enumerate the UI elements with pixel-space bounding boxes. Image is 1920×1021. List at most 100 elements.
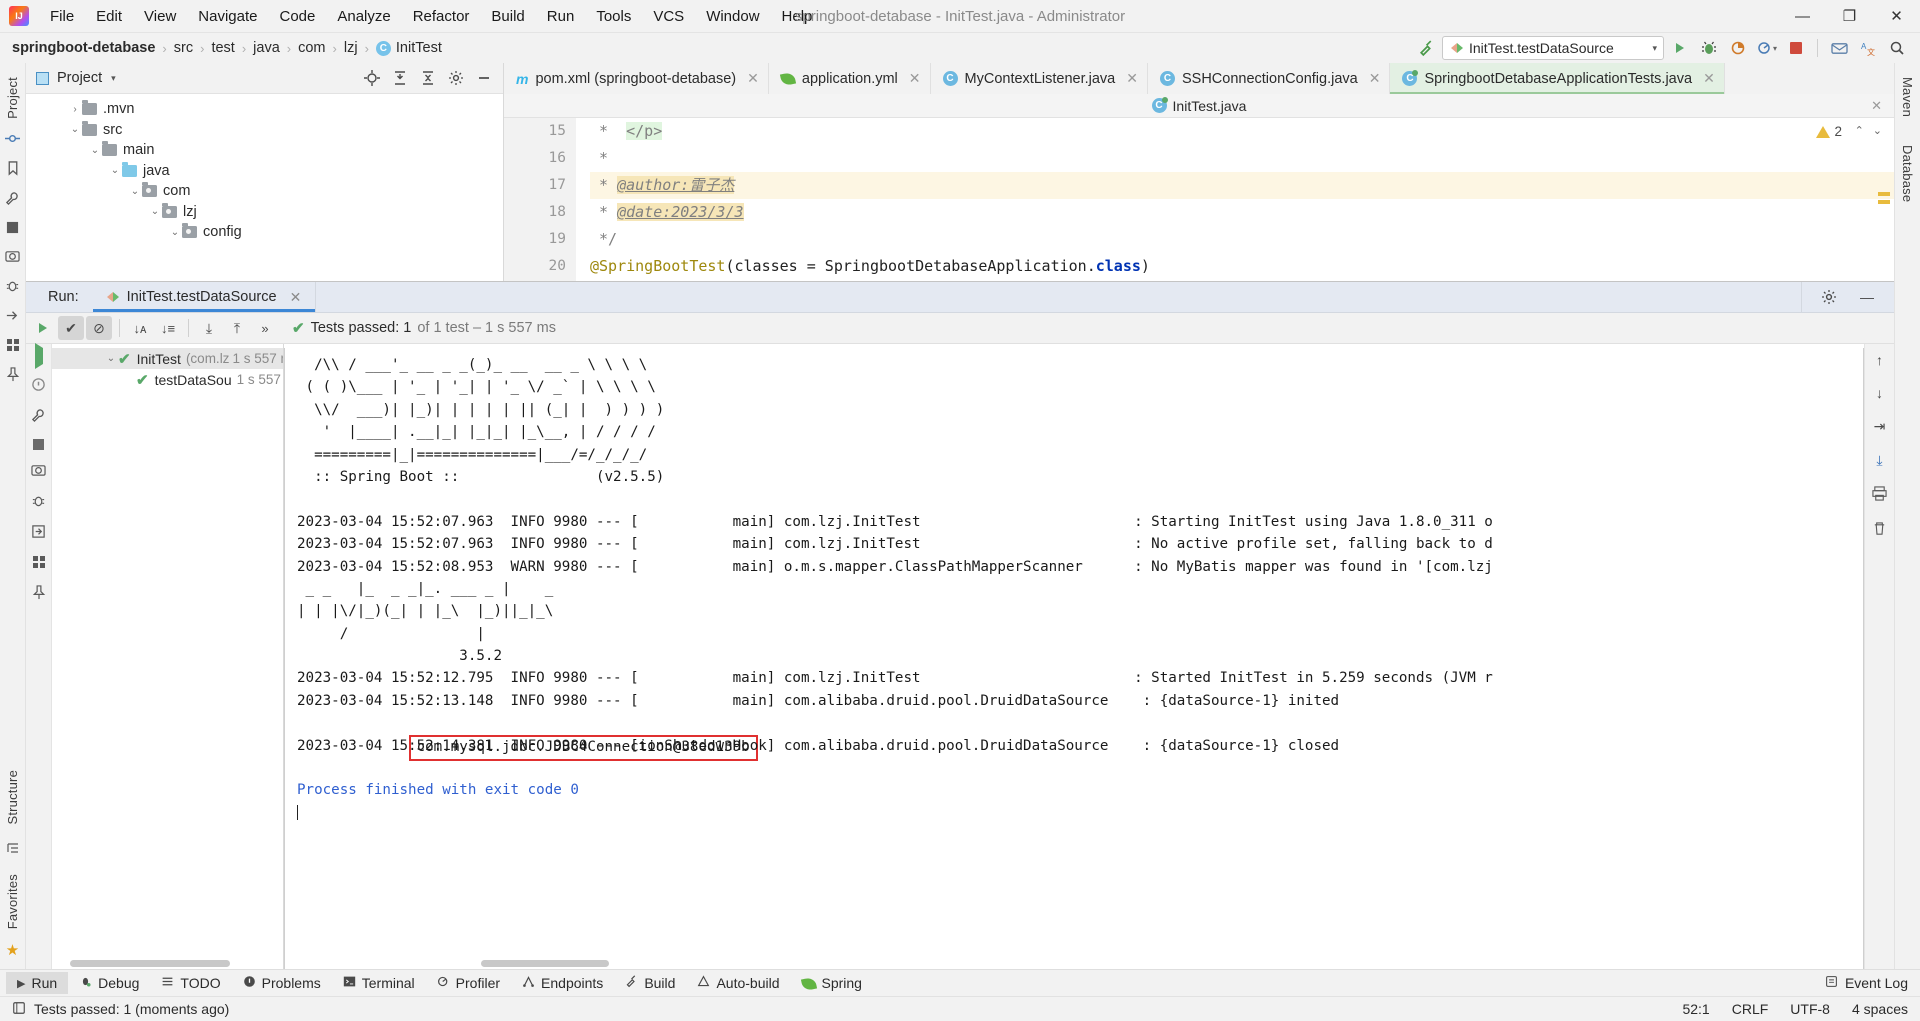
settings-wrench-icon[interactable] [31, 408, 46, 426]
test-results-tree[interactable]: ⌄ ✔ InitTest (com.lz 1 s 557 ms ✔ testDa… [52, 344, 284, 969]
menu-analyze[interactable]: Analyze [326, 4, 401, 29]
pin-icon[interactable] [6, 367, 20, 385]
sort-alphabetically-button[interactable]: ↓ᴀ [127, 316, 153, 340]
chevron-down-icon[interactable]: ⌄ [104, 353, 118, 364]
console-hscrollbar[interactable] [481, 960, 609, 967]
coverage-button[interactable] [1725, 36, 1751, 60]
tree-item-src[interactable]: ⌄ src [26, 120, 503, 141]
stop-icon[interactable] [33, 439, 44, 450]
tab-application-yml[interactable]: application.yml ✕ [769, 63, 931, 94]
scroll-to-end-icon[interactable]: ⤓ [1876, 452, 1882, 469]
menu-refactor[interactable]: Refactor [402, 4, 481, 29]
menu-edit[interactable]: Edit [85, 4, 133, 29]
toolwindow-terminal[interactable]: Terminal [332, 972, 426, 994]
menu-run[interactable]: Run [536, 4, 586, 29]
updates-icon[interactable] [1826, 36, 1852, 60]
print-icon[interactable] [1872, 486, 1887, 504]
profiler-button[interactable]: ▾ [1754, 36, 1780, 60]
event-log-button[interactable]: Event Log [1825, 975, 1920, 991]
file-encoding[interactable]: UTF-8 [1790, 1001, 1830, 1017]
test-tree-row-testdatasource[interactable]: ✔ testDataSou 1 s 557 ms [52, 369, 283, 390]
expand-all-button[interactable]: ⤓ [196, 316, 222, 340]
test-tree-row-inittest[interactable]: ⌄ ✔ InitTest (com.lz 1 s 557 ms [52, 348, 283, 369]
tree-item-java[interactable]: ⌄ java [26, 161, 503, 182]
menu-file[interactable]: File [39, 4, 85, 29]
scroll-up-icon[interactable]: ⌃ [1855, 124, 1864, 137]
menu-window[interactable]: Window [695, 4, 770, 29]
close-icon[interactable]: ✕ [909, 70, 921, 87]
chevron-down-icon[interactable]: ⌄ [88, 145, 102, 156]
show-passed-toggle[interactable]: ✔ [58, 316, 84, 340]
target-icon[interactable] [359, 66, 385, 90]
gear-icon[interactable] [1816, 285, 1842, 309]
close-icon[interactable]: ✕ [1871, 98, 1882, 114]
bookmark-icon[interactable] [6, 161, 20, 179]
commit-icon[interactable] [5, 131, 20, 149]
rerun-icon[interactable] [34, 343, 43, 369]
stop-button[interactable] [1783, 36, 1809, 60]
inspection-marker[interactable] [1878, 200, 1890, 204]
chevron-down-icon[interactable]: ⌄ [148, 206, 162, 217]
project-tree[interactable]: › .mvn ⌄ src ⌄ main ⌄ java ⌄ com ⌄ lzj ⌄… [26, 94, 503, 281]
scroll-up-icon[interactable]: ↑ [1876, 352, 1883, 368]
sort-by-duration-button[interactable]: ↓≡ [155, 316, 181, 340]
tree-item-lzj[interactable]: ⌄ lzj [26, 202, 503, 223]
menu-tools[interactable]: Tools [585, 4, 642, 29]
rail-favorites-label[interactable]: Favorites [5, 868, 20, 935]
rail-project-label[interactable]: Project [5, 71, 20, 125]
close-button[interactable]: ✕ [1873, 0, 1920, 33]
breadcrumb-class[interactable]: C InitTest [375, 40, 442, 56]
debug-button[interactable] [1696, 36, 1722, 60]
toolwindow-todo[interactable]: TODO [150, 972, 231, 994]
inspection-marker[interactable] [1878, 192, 1890, 196]
breadcrumb-java[interactable]: java [253, 40, 280, 56]
close-icon[interactable]: ✕ [1126, 70, 1138, 87]
more-button[interactable]: » [252, 316, 278, 340]
toolwindow-problems[interactable]: Problems [232, 972, 332, 994]
export-icon[interactable] [31, 524, 46, 542]
square-icon[interactable] [6, 221, 19, 237]
screenshot-icon[interactable] [31, 463, 46, 480]
breadcrumb-project[interactable]: springboot-detabase [12, 40, 155, 56]
scroll-down-icon[interactable]: ↓ [1876, 385, 1883, 401]
tree-item-com[interactable]: ⌄ com [26, 181, 503, 202]
tab-mycontextlistener[interactable]: C MyContextListener.java ✕ [931, 63, 1148, 94]
search-icon[interactable] [1884, 36, 1910, 60]
toolwindow-profiler[interactable]: Profiler [426, 972, 511, 994]
breadcrumb-src[interactable]: src [174, 40, 193, 56]
menu-vcs[interactable]: VCS [642, 4, 695, 29]
hide-panel-icon[interactable] [471, 66, 497, 90]
tree-item-config[interactable]: ⌄ config [26, 222, 503, 243]
chevron-down-icon[interactable]: ⌄ [68, 124, 82, 135]
menu-code[interactable]: Code [268, 4, 326, 29]
tree-item-mvn[interactable]: › .mvn [26, 99, 503, 120]
toolwindow-build[interactable]: Build [614, 972, 686, 994]
rerun-failed-icon[interactable] [31, 377, 46, 395]
grid-icon[interactable] [32, 555, 46, 572]
show-ignored-toggle[interactable]: ⊘ [86, 316, 112, 340]
breadcrumb-test[interactable]: test [211, 40, 234, 56]
menu-help[interactable]: Help [771, 4, 824, 29]
tab-pom-xml[interactable]: m pom.xml (springboot-detabase) ✕ [504, 63, 769, 94]
toolwindow-debug[interactable]: Debug [68, 972, 150, 994]
chevron-down-icon[interactable]: ⌄ [168, 227, 182, 238]
pin-icon[interactable] [32, 585, 46, 603]
inspection-warning-badge[interactable]: 2 [1816, 124, 1842, 139]
run-tab-inittest-testdatasource[interactable]: InitTest.testDataSource ✕ [92, 282, 316, 312]
expand-all-icon[interactable] [387, 66, 413, 90]
hammer-icon[interactable] [1413, 36, 1439, 60]
close-icon[interactable]: ✕ [747, 70, 759, 87]
console-output[interactable]: /\\ / ___'_ __ _ _(_)_ __ __ _ \ \ \ \ (… [284, 348, 1864, 969]
close-icon[interactable]: ✕ [1703, 70, 1715, 87]
trash-icon[interactable] [1872, 521, 1887, 539]
toolwindow-endpoints[interactable]: Endpoints [511, 972, 614, 994]
toolwindow-autobuild[interactable]: Auto-build [686, 972, 790, 994]
services-icon[interactable] [5, 308, 20, 326]
code-text[interactable]: * * </p></p> * * @author:雷子杰 * @date:202… [576, 118, 1894, 281]
translate-icon[interactable]: A文 [1855, 36, 1881, 60]
rail-database-label[interactable]: Database [1900, 139, 1915, 208]
test-tree-hscrollbar[interactable] [70, 960, 230, 967]
gear-icon[interactable] [443, 66, 469, 90]
grid-icon[interactable] [6, 338, 20, 355]
chevron-down-icon[interactable]: ⌄ [108, 165, 122, 176]
